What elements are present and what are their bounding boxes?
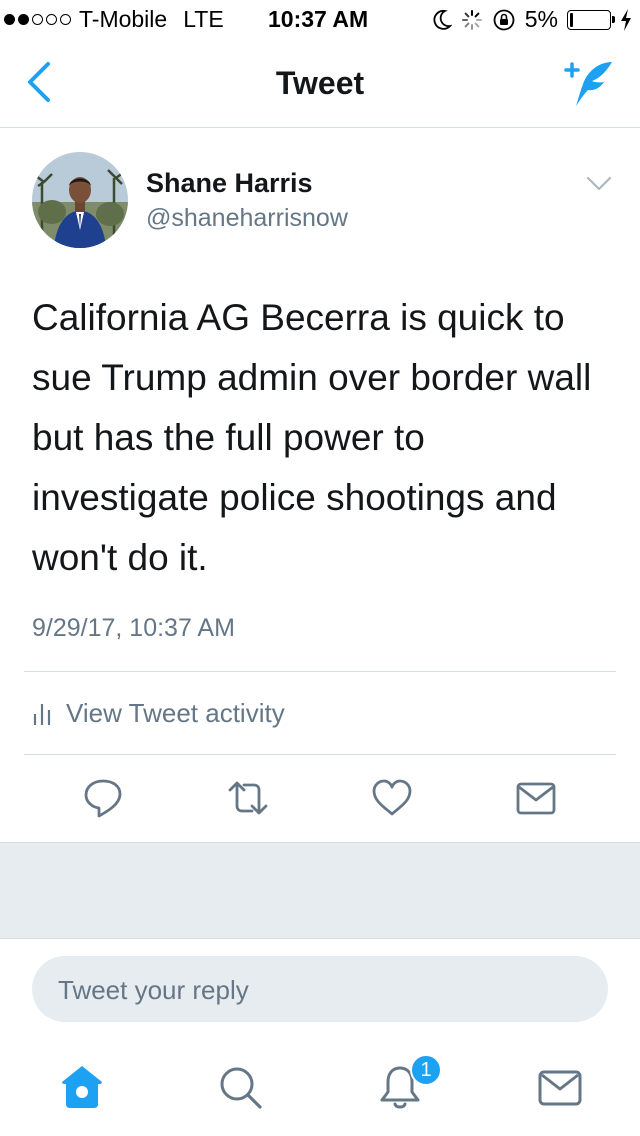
status-left: T-Mobile LTE xyxy=(4,6,224,33)
rotation-lock-icon xyxy=(493,9,515,30)
direct-message-icon[interactable] xyxy=(514,776,558,820)
avatar[interactable] xyxy=(32,152,128,248)
divider xyxy=(24,671,616,672)
tweet-actions xyxy=(0,776,640,820)
tab-bar xyxy=(0,1052,640,1136)
battery-fill xyxy=(570,12,574,27)
profile-photo xyxy=(32,152,128,248)
author-name[interactable]: Shane Harris xyxy=(146,168,313,199)
compose-tweet-icon[interactable] xyxy=(562,58,616,108)
author-handle[interactable]: @shaneharrisnow xyxy=(146,204,348,233)
charging-bolt-icon xyxy=(621,8,631,31)
loading-spinner-icon xyxy=(461,9,482,30)
do-not-disturb-moon-icon xyxy=(433,9,452,30)
divider xyxy=(24,754,616,755)
home-icon[interactable] xyxy=(58,1062,106,1112)
search-icon[interactable] xyxy=(216,1062,264,1112)
battery-icon xyxy=(567,9,615,30)
chevron-down-icon[interactable] xyxy=(586,176,612,192)
retweet-icon[interactable] xyxy=(226,776,270,820)
reply-input[interactable]: Tweet your reply xyxy=(32,956,608,1022)
notification-badge: 1 xyxy=(410,1054,442,1086)
signal-strength-icon xyxy=(4,14,71,25)
status-time: 10:37 AM xyxy=(268,6,369,32)
nav-bar: Tweet xyxy=(0,40,640,128)
view-tweet-activity-link[interactable]: View Tweet activity xyxy=(32,695,285,731)
battery-percent: 5% xyxy=(524,6,558,32)
status-right: 5% xyxy=(432,6,632,33)
network-label: LTE xyxy=(183,6,224,32)
tweet-text: California AG Becerra is quick to sue Tr… xyxy=(32,297,592,578)
like-heart-icon[interactable] xyxy=(370,776,414,820)
page-title: Tweet xyxy=(275,65,365,101)
carrier-label: T-Mobile xyxy=(79,6,168,32)
status-bar: T-Mobile LTE 10:37 AM 5% xyxy=(0,0,640,40)
activity-label: View Tweet activity xyxy=(66,697,285,728)
tweet-timestamp: 9/29/17, 10:37 AM xyxy=(32,614,235,642)
reply-icon[interactable] xyxy=(81,776,125,820)
section-separator xyxy=(0,842,640,939)
messages-icon[interactable] xyxy=(536,1062,584,1112)
analytics-bars-icon xyxy=(33,704,51,725)
